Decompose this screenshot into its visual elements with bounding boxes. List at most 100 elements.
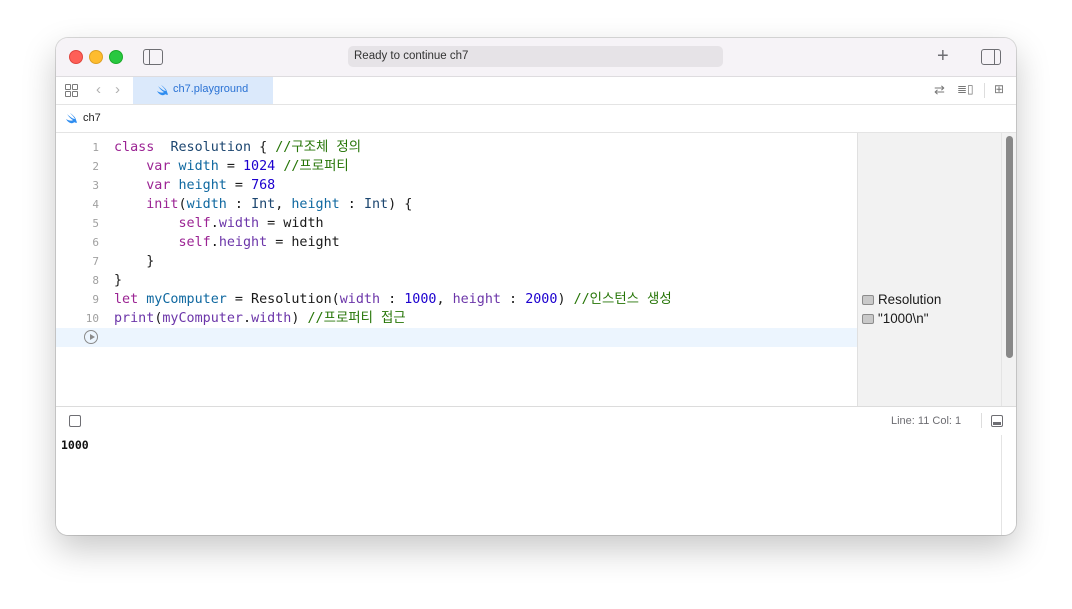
line-number: 6 [92,236,99,249]
code-line[interactable]: 5 self.width = width [56,214,857,233]
code-token: Int [363,197,389,212]
swift-icon [157,85,168,96]
hide-console-checkbox[interactable] [69,415,81,427]
code-token: var [146,178,171,193]
code-token: width [339,292,381,307]
code-line[interactable]: 8} [56,271,857,290]
toggle-console-icon[interactable] [991,415,1003,427]
code-token: ) [557,292,574,307]
quick-look-icon[interactable] [862,314,874,324]
code-token: 1000 [404,292,437,307]
inspector-toggle-icon[interactable] [981,49,1001,65]
code-token: width [218,216,260,231]
tab-bar: ‹ › ch7.playground ⇄ ≣▯ ⊞ [56,77,1016,105]
tab-ch7-playground[interactable]: ch7.playground [133,77,273,104]
zoom-window-button[interactable] [109,50,123,64]
code-text: print(myComputer.width) //프로퍼티 접근 [114,309,406,328]
code-line[interactable]: 7 } [56,252,857,271]
code-token: //프로퍼티 [283,159,349,174]
line-column-indicator: Line: 11 Col: 1 [891,415,962,427]
code-token: var [146,159,171,174]
console-area[interactable]: 1000 [56,435,1001,535]
code-text: init(width : Int, height : Int) { [114,195,412,214]
code-token: : [380,292,405,307]
breadcrumb-item-ch7[interactable]: ch7 [83,112,101,124]
add-library-button[interactable]: + [937,45,949,67]
code-token: , [275,197,292,212]
swap-arrows-icon[interactable]: ⇄ [934,82,945,98]
result-value[interactable]: Resolution [862,290,941,309]
line-number: 10 [85,312,99,325]
result-value[interactable]: "1000\n" [862,309,928,328]
code-token: = height [267,235,340,250]
code-text: } [114,271,122,290]
code-line[interactable]: 10 print(myComputer.width) //프로퍼티 접근 [56,309,857,328]
close-window-button[interactable] [69,50,83,64]
code-token: width [186,197,227,212]
code-token: } [114,273,123,288]
code-token: = Resolution( [226,292,340,307]
line-number: 8 [92,274,99,287]
code-token: height [452,292,501,307]
run-playground-play-icon[interactable] [84,330,98,344]
results-sidebar: Resolution "1000\n" [857,133,1002,406]
code-token: height [218,235,268,250]
code-line[interactable]: 9 let myComputer = Resolution(width : 100… [56,290,857,309]
minimize-window-button[interactable] [89,50,103,64]
code-line[interactable]: 3 var height = 768 [56,176,857,195]
add-editor-icon[interactable]: ⊞ [994,82,1004,96]
debug-bar: Line: 11 Col: 1 [56,406,1016,436]
title-bar: Ready to continue ch7 + [56,38,1016,77]
code-token: ) [291,311,308,326]
console-output: 1000 [61,438,89,452]
code-token: = [218,159,243,174]
code-token: : [226,197,252,212]
editor-scroll-thumb[interactable] [1006,136,1013,358]
code-line[interactable]: 2 var width = 1024 //프로퍼티 [56,157,857,176]
code-text: var height = 768 [114,176,275,195]
related-items-grid-icon[interactable] [65,84,78,97]
code-token: . [210,235,219,250]
code-token: { [251,140,276,155]
code-line[interactable]: 6 self.height = height [56,233,857,252]
code-text: class Resolution { //구조체 정의 [114,138,361,157]
tab-label: ch7.playground [173,83,249,95]
code-line[interactable]: 1 class Resolution { //구조체 정의 [56,138,857,157]
code-token: } [114,254,155,269]
code-line[interactable]: 4 init(width : Int, height : Int) { [56,195,857,214]
line-number: 3 [92,179,99,192]
result-text: Resolution [878,292,942,307]
code-token: width [251,311,292,326]
code-token: height [178,178,227,193]
quick-look-icon[interactable] [862,295,874,305]
code-token: myComputer [162,311,243,326]
code-token: print [114,311,155,326]
code-text: self.height = height [114,233,340,252]
code-token: , [436,292,453,307]
editor-scrollbar[interactable] [1001,133,1016,406]
breadcrumb: ch7 [56,105,1016,133]
adjust-editor-icon[interactable]: ≣▯ [957,82,974,96]
code-editor[interactable]: 1 class Resolution { //구조체 정의 2 var width … [56,133,857,406]
code-token: . [243,311,252,326]
line-number: 1 [92,141,99,154]
line-number: 5 [92,217,99,230]
navigator-toggle-icon[interactable] [143,49,163,65]
console-scrollbar[interactable] [1001,435,1016,535]
code-token: = width [259,216,324,231]
code-token: //프로퍼티 접근 [307,311,406,326]
line-number: 7 [92,255,99,268]
code-text: self.width = width [114,214,324,233]
line-number: 4 [92,198,99,211]
back-chevron-icon[interactable]: ‹ [96,81,101,98]
forward-chevron-icon[interactable]: › [115,81,120,98]
code-text: } [114,252,154,271]
code-token: class [114,140,155,155]
code-token: Int [251,197,276,212]
code-text: var width = 1024 //프로퍼티 [114,157,349,176]
